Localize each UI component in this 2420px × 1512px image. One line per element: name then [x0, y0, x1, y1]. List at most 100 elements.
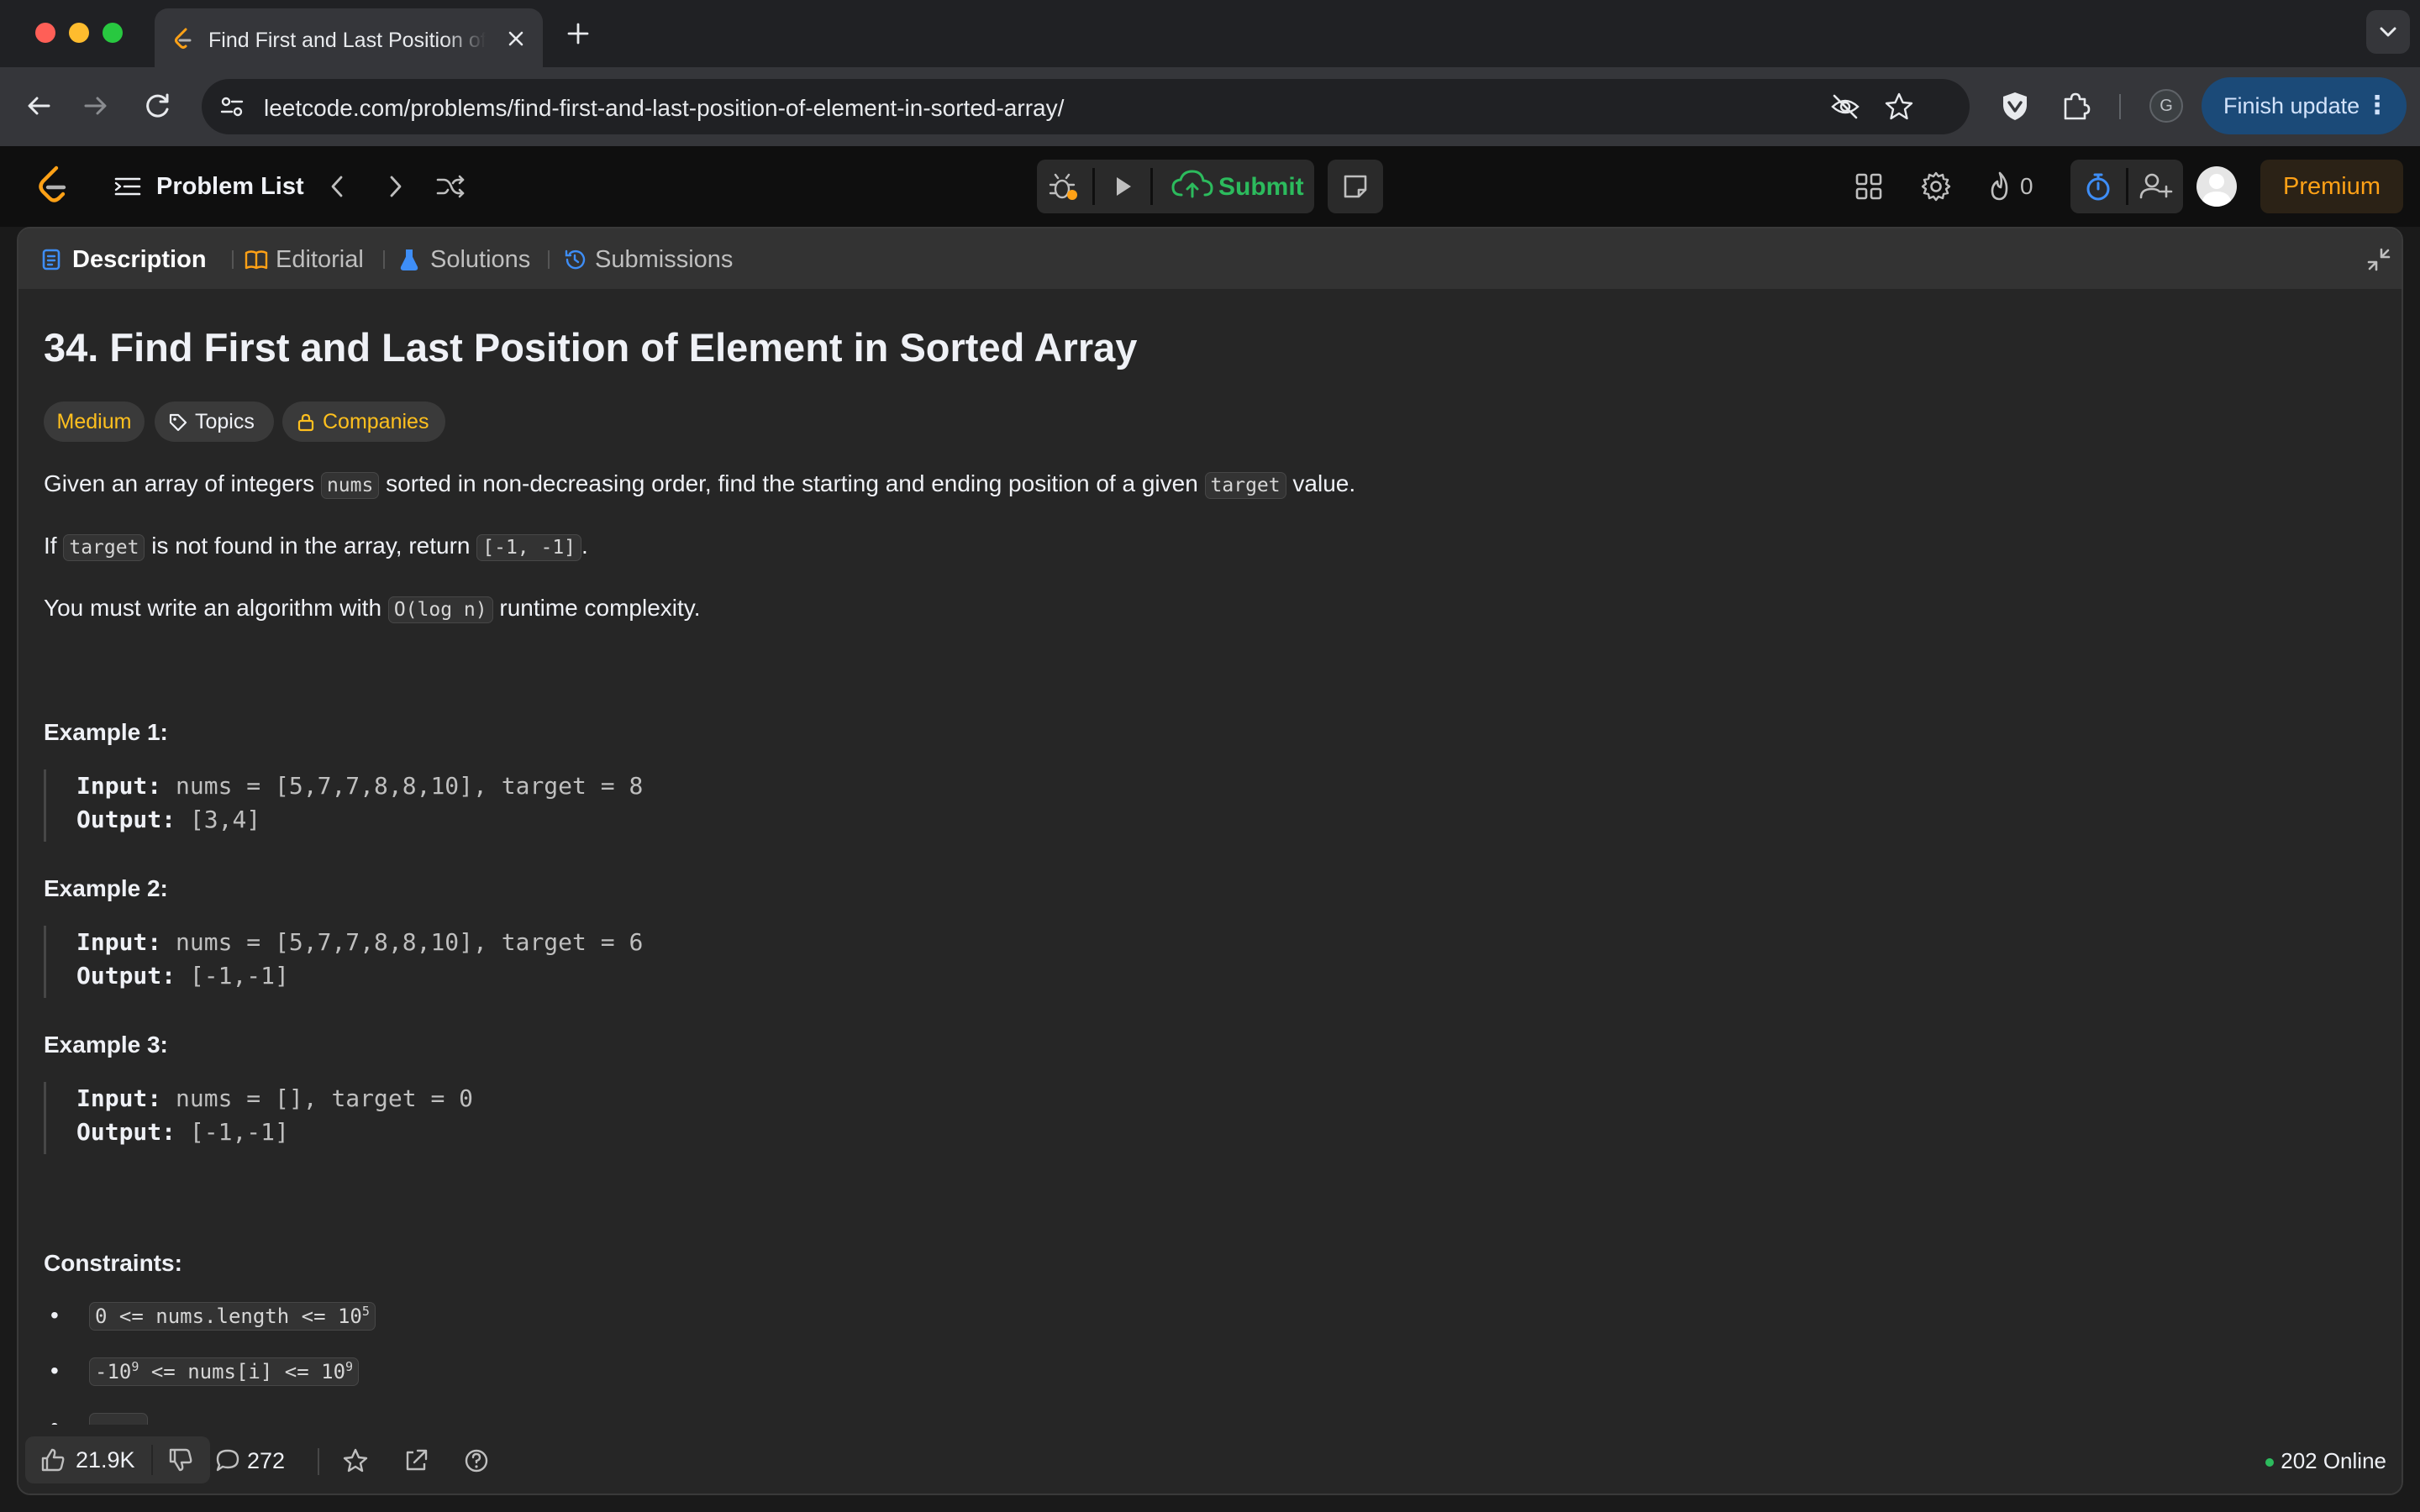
bullet: • [50, 1413, 59, 1425]
description-paragraph-1: Given an array of integers nums sorted i… [44, 467, 1355, 502]
topics-chip[interactable]: Topics [155, 402, 274, 442]
debug-button[interactable] [1037, 160, 1092, 213]
problem-title: 34. Find First and Last Position of Elem… [44, 325, 1138, 370]
panel-tab-bar: Description Editorial Solutions Submissi… [18, 228, 2402, 289]
example-heading: Example 1: [44, 719, 168, 745]
user-silhouette-icon [2202, 174, 2232, 207]
back-arrow-icon[interactable] [18, 86, 59, 126]
example-output: Output: [-1,-1] [76, 959, 1052, 993]
submit-label: Submit [1218, 173, 1304, 201]
tab-search-button[interactable] [2366, 10, 2410, 54]
extension-shield-icon[interactable] [1995, 86, 2035, 126]
streak-count: 0 [2020, 173, 2033, 199]
timer-divider [2126, 168, 2128, 205]
input-value: nums = [5,7,7,8,8,10], target = 8 [161, 772, 644, 800]
profile-avatar[interactable]: G [2149, 89, 2183, 123]
example-block: Input: nums = [], target = 0 Output: [-1… [44, 1082, 1052, 1154]
problem-footer-bar: 21.9K 272 202 Online [18, 1425, 2402, 1494]
tab-close-icon[interactable] [501, 24, 531, 54]
text: runtime complexity. [492, 595, 701, 621]
layout-grid-icon[interactable] [1850, 168, 1887, 205]
eye-slash-icon[interactable] [1828, 90, 1862, 123]
cloud-upload-icon [1171, 170, 1213, 198]
output-label: Output: [76, 962, 176, 990]
tab-editorial-label: Editorial [276, 246, 364, 273]
run-button[interactable] [1095, 160, 1150, 213]
problem-content: 34. Find First and Last Position of Elem… [44, 289, 2380, 1425]
comment-bubble-icon[interactable] [213, 1446, 242, 1475]
window-close-button[interactable] [35, 23, 55, 43]
constraint-item-cut-off [89, 1413, 148, 1425]
bullet: • [50, 1357, 59, 1383]
input-label: Input: [76, 928, 162, 956]
companies-label: Companies [323, 410, 429, 433]
description-paragraph-2: If target is not found in the array, ret… [44, 529, 588, 564]
companies-chip[interactable]: Companies [282, 402, 445, 442]
output-value: [-1,-1] [176, 1118, 289, 1146]
constraint-text: 0 <= nums.length <= 10 [95, 1305, 362, 1328]
add-friend-icon[interactable] [2129, 160, 2183, 213]
browser-tab-title: Find First and Last Position of Element … [208, 29, 486, 52]
tab-editorial[interactable]: Editorial [244, 245, 387, 274]
prev-problem-chevron-icon[interactable] [321, 170, 355, 203]
bullet: • [50, 1302, 59, 1328]
share-external-icon[interactable] [402, 1446, 430, 1475]
input-label: Input: [76, 1084, 162, 1112]
notes-button[interactable] [1328, 160, 1383, 213]
example-input: Input: nums = [], target = 0 [76, 1082, 1052, 1116]
text: . [581, 533, 588, 559]
browser-tab-strip: Find First and Last Position of Element … [0, 0, 2420, 67]
tab-description-label: Description [72, 246, 207, 273]
footer-separator [318, 1448, 319, 1475]
address-bar[interactable]: leetcode.com/problems/find-first-and-las… [202, 79, 1970, 134]
thumbs-down-icon[interactable] [166, 1446, 195, 1474]
shuffle-icon[interactable] [434, 170, 467, 203]
output-value: [-1,-1] [176, 962, 289, 990]
run-submit-group: Submit [1037, 160, 1314, 213]
streak-flame-icon[interactable] [1981, 168, 2018, 205]
tab-separator [232, 250, 234, 269]
leetcode-logo-icon[interactable] [35, 165, 71, 208]
constraint-text: <= nums[i] <= 10 [139, 1360, 346, 1383]
site-settings-icon[interactable] [217, 92, 247, 122]
comment-count[interactable]: 272 [247, 1448, 285, 1474]
tab-solutions[interactable]: Solutions [398, 245, 541, 274]
collapse-panel-icon[interactable] [2365, 245, 2393, 274]
premium-button[interactable]: Premium [2260, 160, 2403, 213]
problem-list-icon[interactable] [113, 171, 143, 202]
example-heading: Example 3: [44, 1032, 168, 1058]
settings-gear-icon[interactable] [1918, 168, 1954, 205]
online-status-dot [2265, 1458, 2275, 1467]
user-avatar[interactable] [2196, 166, 2237, 207]
next-problem-chevron-icon[interactable] [378, 170, 412, 203]
window-maximize-button[interactable] [103, 23, 123, 43]
bookmark-star-icon[interactable] [1882, 90, 1916, 123]
inline-code: target [63, 534, 145, 561]
forward-arrow-icon[interactable] [76, 86, 116, 126]
window-minimize-button[interactable] [69, 23, 89, 43]
finish-update-button[interactable]: Finish update ⋮ [2202, 77, 2407, 134]
example-output: Output: [3,4] [76, 803, 1052, 837]
reload-icon[interactable] [138, 86, 178, 126]
input-label: Input: [76, 772, 162, 800]
url-text: leetcode.com/problems/find-first-and-las… [264, 95, 1065, 121]
topics-label: Topics [195, 410, 255, 433]
help-question-icon[interactable] [462, 1446, 491, 1475]
tab-separator [548, 250, 550, 269]
online-count-label: 202 Online [2281, 1448, 2386, 1473]
tab-description[interactable]: Description [40, 245, 225, 274]
inline-code: nums [320, 472, 380, 499]
text: value. [1286, 470, 1356, 496]
stopwatch-icon[interactable] [2070, 160, 2126, 213]
problem-list-link[interactable]: Problem List [156, 173, 304, 201]
new-tab-plus-icon[interactable] [561, 17, 595, 50]
favorite-star-icon[interactable] [341, 1446, 370, 1475]
tab-submissions[interactable]: Submissions [563, 245, 756, 274]
inline-code: target [1204, 472, 1286, 499]
example-output: Output: [-1,-1] [76, 1116, 1052, 1149]
extensions-puzzle-icon[interactable] [2055, 86, 2096, 126]
submit-button[interactable]: Submit [1153, 160, 1314, 213]
thumbs-up-icon[interactable] [39, 1446, 67, 1474]
input-value: nums = [], target = 0 [161, 1084, 474, 1112]
browser-tab-active[interactable]: Find First and Last Position of Element … [155, 8, 543, 67]
